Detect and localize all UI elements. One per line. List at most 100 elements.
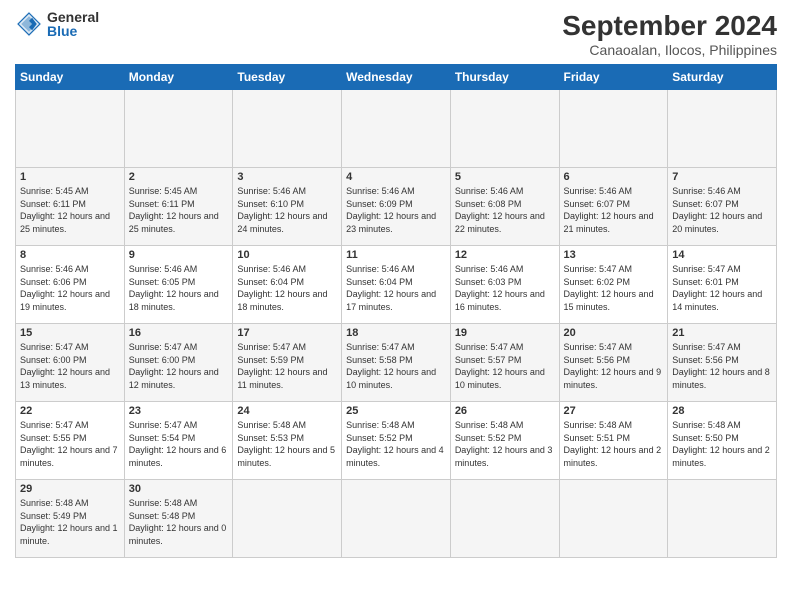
subtitle: Canaoalan, Ilocos, Philippines bbox=[562, 42, 777, 58]
sunrise-text: Sunrise: 5:46 AM bbox=[455, 263, 555, 276]
header-wednesday: Wednesday bbox=[342, 65, 451, 90]
calendar-cell bbox=[559, 480, 668, 558]
calendar-cell: 20Sunrise: 5:47 AMSunset: 5:56 PMDayligh… bbox=[559, 324, 668, 402]
daylight-text: Daylight: 12 hours and 2 minutes. bbox=[564, 444, 664, 469]
calendar-cell: 1Sunrise: 5:45 AMSunset: 6:11 PMDaylight… bbox=[16, 168, 125, 246]
sunrise-text: Sunrise: 5:46 AM bbox=[455, 185, 555, 198]
sunrise-text: Sunrise: 5:46 AM bbox=[346, 263, 446, 276]
calendar-cell bbox=[450, 90, 559, 168]
calendar-cell: 15Sunrise: 5:47 AMSunset: 6:00 PMDayligh… bbox=[16, 324, 125, 402]
day-info: Sunrise: 5:47 AMSunset: 5:56 PMDaylight:… bbox=[564, 341, 664, 391]
day-number: 14 bbox=[672, 249, 772, 261]
sunset-text: Sunset: 6:01 PM bbox=[672, 276, 772, 289]
daylight-text: Daylight: 12 hours and 6 minutes. bbox=[129, 444, 229, 469]
day-number: 23 bbox=[129, 405, 229, 417]
sunset-text: Sunset: 6:10 PM bbox=[237, 198, 337, 211]
daylight-text: Daylight: 12 hours and 18 minutes. bbox=[129, 288, 229, 313]
sunrise-text: Sunrise: 5:47 AM bbox=[129, 341, 229, 354]
sunset-text: Sunset: 6:11 PM bbox=[129, 198, 229, 211]
daylight-text: Daylight: 12 hours and 23 minutes. bbox=[346, 210, 446, 235]
calendar-cell: 27Sunrise: 5:48 AMSunset: 5:51 PMDayligh… bbox=[559, 402, 668, 480]
sunrise-text: Sunrise: 5:47 AM bbox=[20, 341, 120, 354]
sunset-text: Sunset: 5:48 PM bbox=[129, 510, 229, 523]
sunrise-text: Sunrise: 5:46 AM bbox=[20, 263, 120, 276]
day-number: 24 bbox=[237, 405, 337, 417]
day-info: Sunrise: 5:46 AMSunset: 6:04 PMDaylight:… bbox=[237, 263, 337, 313]
calendar-week-1 bbox=[16, 90, 777, 168]
sunset-text: Sunset: 5:52 PM bbox=[346, 432, 446, 445]
daylight-text: Daylight: 12 hours and 25 minutes. bbox=[20, 210, 120, 235]
day-info: Sunrise: 5:47 AMSunset: 5:57 PMDaylight:… bbox=[455, 341, 555, 391]
day-info: Sunrise: 5:46 AMSunset: 6:06 PMDaylight:… bbox=[20, 263, 120, 313]
sunset-text: Sunset: 6:04 PM bbox=[237, 276, 337, 289]
sunrise-text: Sunrise: 5:48 AM bbox=[564, 419, 664, 432]
day-info: Sunrise: 5:48 AMSunset: 5:52 PMDaylight:… bbox=[455, 419, 555, 469]
day-info: Sunrise: 5:46 AMSunset: 6:07 PMDaylight:… bbox=[564, 185, 664, 235]
sunset-text: Sunset: 6:02 PM bbox=[564, 276, 664, 289]
sunrise-text: Sunrise: 5:47 AM bbox=[237, 341, 337, 354]
sunset-text: Sunset: 6:08 PM bbox=[455, 198, 555, 211]
sunset-text: Sunset: 6:07 PM bbox=[672, 198, 772, 211]
day-number: 6 bbox=[564, 171, 664, 183]
sunrise-text: Sunrise: 5:46 AM bbox=[564, 185, 664, 198]
sunset-text: Sunset: 5:50 PM bbox=[672, 432, 772, 445]
day-number: 26 bbox=[455, 405, 555, 417]
sunset-text: Sunset: 5:54 PM bbox=[129, 432, 229, 445]
sunrise-text: Sunrise: 5:48 AM bbox=[20, 497, 120, 510]
calendar-cell: 4Sunrise: 5:46 AMSunset: 6:09 PMDaylight… bbox=[342, 168, 451, 246]
sunset-text: Sunset: 5:49 PM bbox=[20, 510, 120, 523]
day-info: Sunrise: 5:46 AMSunset: 6:09 PMDaylight:… bbox=[346, 185, 446, 235]
logo-text: General Blue bbox=[47, 10, 99, 38]
calendar-cell: 3Sunrise: 5:46 AMSunset: 6:10 PMDaylight… bbox=[233, 168, 342, 246]
sunset-text: Sunset: 6:11 PM bbox=[20, 198, 120, 211]
calendar-week-6: 29Sunrise: 5:48 AMSunset: 5:49 PMDayligh… bbox=[16, 480, 777, 558]
sunrise-text: Sunrise: 5:47 AM bbox=[672, 341, 772, 354]
calendar-cell bbox=[16, 90, 125, 168]
daylight-text: Daylight: 12 hours and 14 minutes. bbox=[672, 288, 772, 313]
day-number: 7 bbox=[672, 171, 772, 183]
daylight-text: Daylight: 12 hours and 4 minutes. bbox=[346, 444, 446, 469]
day-number: 5 bbox=[455, 171, 555, 183]
day-info: Sunrise: 5:47 AMSunset: 5:55 PMDaylight:… bbox=[20, 419, 120, 469]
day-info: Sunrise: 5:48 AMSunset: 5:52 PMDaylight:… bbox=[346, 419, 446, 469]
daylight-text: Daylight: 12 hours and 11 minutes. bbox=[237, 366, 337, 391]
day-number: 30 bbox=[129, 483, 229, 495]
header-sunday: Sunday bbox=[16, 65, 125, 90]
day-info: Sunrise: 5:47 AMSunset: 5:56 PMDaylight:… bbox=[672, 341, 772, 391]
header-thursday: Thursday bbox=[450, 65, 559, 90]
day-info: Sunrise: 5:47 AMSunset: 5:58 PMDaylight:… bbox=[346, 341, 446, 391]
daylight-text: Daylight: 12 hours and 16 minutes. bbox=[455, 288, 555, 313]
sunset-text: Sunset: 6:05 PM bbox=[129, 276, 229, 289]
calendar-cell: 5Sunrise: 5:46 AMSunset: 6:08 PMDaylight… bbox=[450, 168, 559, 246]
header: General Blue September 2024 Canaoalan, I… bbox=[15, 10, 777, 58]
calendar-cell bbox=[124, 90, 233, 168]
day-info: Sunrise: 5:45 AMSunset: 6:11 PMDaylight:… bbox=[20, 185, 120, 235]
daylight-text: Daylight: 12 hours and 1 minute. bbox=[20, 522, 120, 547]
calendar-cell bbox=[668, 480, 777, 558]
sunrise-text: Sunrise: 5:46 AM bbox=[346, 185, 446, 198]
sunset-text: Sunset: 6:09 PM bbox=[346, 198, 446, 211]
sunrise-text: Sunrise: 5:48 AM bbox=[346, 419, 446, 432]
day-number: 8 bbox=[20, 249, 120, 261]
calendar-cell: 28Sunrise: 5:48 AMSunset: 5:50 PMDayligh… bbox=[668, 402, 777, 480]
calendar-cell bbox=[559, 90, 668, 168]
calendar-cell: 8 Sunrise: 5:46 AMSunset: 6:06 PMDaylight… bbox=[16, 246, 125, 324]
sunset-text: Sunset: 6:06 PM bbox=[20, 276, 120, 289]
daylight-text: Daylight: 12 hours and 5 minutes. bbox=[237, 444, 337, 469]
header-tuesday: Tuesday bbox=[233, 65, 342, 90]
sunset-text: Sunset: 5:57 PM bbox=[455, 354, 555, 367]
day-info: Sunrise: 5:48 AMSunset: 5:49 PMDaylight:… bbox=[20, 497, 120, 547]
calendar-table: Sunday Monday Tuesday Wednesday Thursday… bbox=[15, 64, 777, 558]
day-info: Sunrise: 5:47 AMSunset: 6:01 PMDaylight:… bbox=[672, 263, 772, 313]
calendar-header-row: Sunday Monday Tuesday Wednesday Thursday… bbox=[16, 65, 777, 90]
day-info: Sunrise: 5:47 AMSunset: 5:54 PMDaylight:… bbox=[129, 419, 229, 469]
sunrise-text: Sunrise: 5:46 AM bbox=[672, 185, 772, 198]
sunrise-text: Sunrise: 5:47 AM bbox=[564, 263, 664, 276]
sunset-text: Sunset: 6:00 PM bbox=[129, 354, 229, 367]
calendar-cell: 18Sunrise: 5:47 AMSunset: 5:58 PMDayligh… bbox=[342, 324, 451, 402]
calendar-cell: 26 Sunrise: 5:48 AMSunset: 5:52 PMDayligh… bbox=[450, 402, 559, 480]
day-info: Sunrise: 5:48 AMSunset: 5:51 PMDaylight:… bbox=[564, 419, 664, 469]
calendar-cell: 6 Sunrise: 5:46 AMSunset: 6:07 PMDaylight… bbox=[559, 168, 668, 246]
sunset-text: Sunset: 5:55 PM bbox=[20, 432, 120, 445]
calendar-cell: 13Sunrise: 5:47 AMSunset: 6:02 PMDayligh… bbox=[559, 246, 668, 324]
